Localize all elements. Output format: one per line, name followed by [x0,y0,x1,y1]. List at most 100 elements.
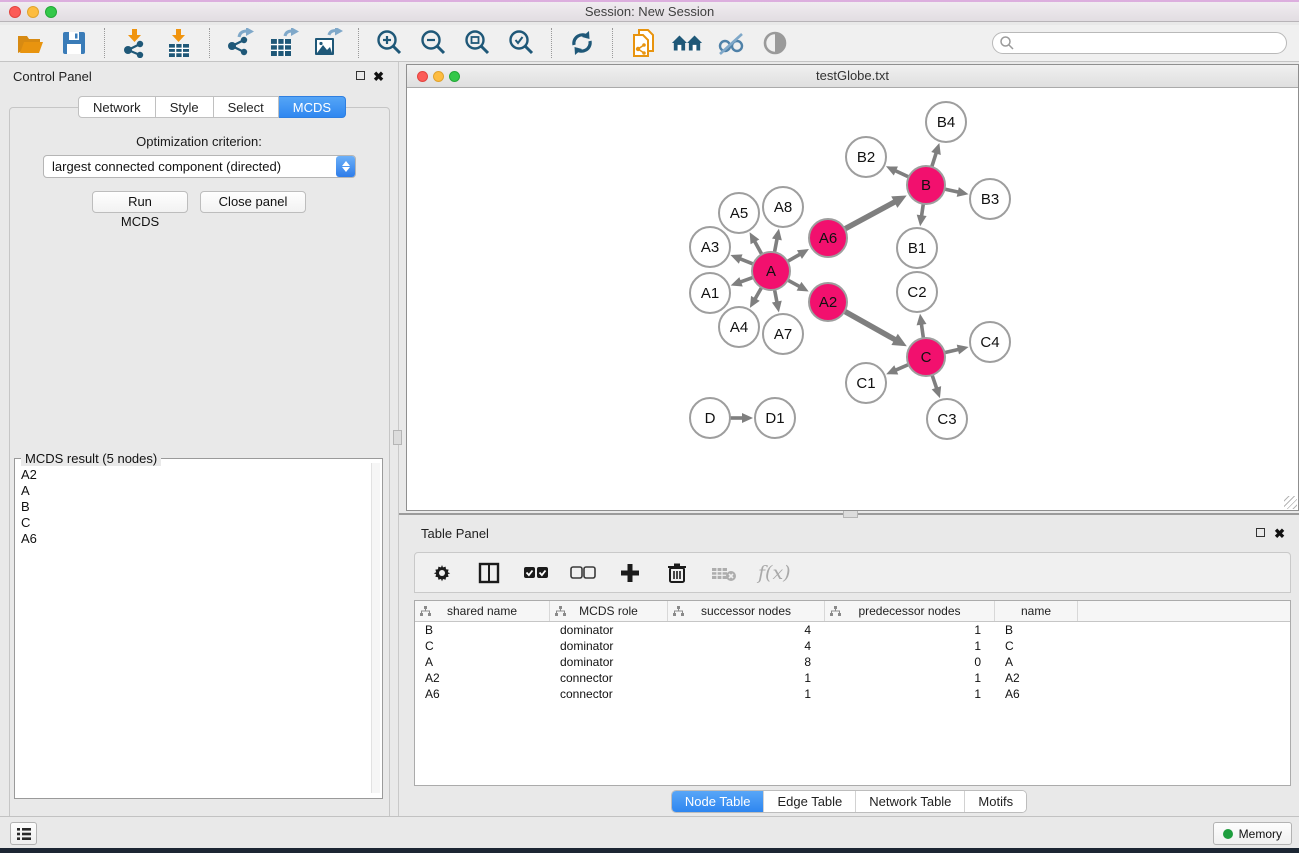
edge-C-C1[interactable] [894,364,909,371]
table-cell[interactable]: dominator [550,638,668,654]
run-mcds-button[interactable]: Run MCDS [92,191,188,213]
edge-A-A7[interactable] [774,289,777,304]
close-table-panel-icon[interactable]: ✖ [1274,526,1285,542]
table-cell[interactable]: A2 [995,670,1078,686]
function-builder-button[interactable]: f(x) [758,560,791,586]
table-cell[interactable]: 1 [668,670,825,686]
column-header-predecessor-nodes[interactable]: predecessor nodes [825,601,995,621]
tab-edge-table[interactable]: Edge Table [763,791,855,812]
edge-A-A2[interactable] [787,280,801,288]
table-row[interactable]: A2connector11A2 [415,670,1290,686]
open-session-button[interactable] [14,27,46,59]
tab-style[interactable]: Style [156,96,214,118]
mcds-result-scrollbar[interactable] [371,463,380,793]
table-cell[interactable]: A6 [415,686,550,702]
table-cell[interactable]: 4 [668,622,825,638]
close-window-button[interactable] [9,6,21,18]
float-panel-icon[interactable] [356,71,365,80]
table-cell[interactable]: connector [550,670,668,686]
table-cell[interactable]: 1 [825,670,995,686]
apply-layout-button[interactable] [566,27,598,59]
table-row[interactable]: A6connector11A6 [415,686,1290,702]
optimization-criterion-dropdown[interactable]: largest connected component (directed) [43,155,356,178]
export-image-button[interactable] [312,27,344,59]
minimize-window-button[interactable] [27,6,39,18]
search-input[interactable] [1015,34,1286,52]
table-cell[interactable]: 1 [825,622,995,638]
table-cell[interactable]: C [995,638,1078,654]
show-graphics-details-button[interactable] [759,27,791,59]
tab-network-table[interactable]: Network Table [855,791,964,812]
node-table[interactable]: shared nameMCDS rolesuccessor nodesprede… [414,600,1291,786]
close-panel-button[interactable]: Close panel [200,191,306,213]
edge-A-A3[interactable] [739,258,754,264]
export-table-button[interactable] [268,27,300,59]
tab-mcds[interactable]: MCDS [279,96,346,118]
edge-A-A4[interactable] [754,287,762,300]
table-cell[interactable]: C [415,638,550,654]
unselect-all-columns-button[interactable] [570,560,596,586]
edge-B-B4[interactable] [931,152,936,168]
zoom-selected-button[interactable] [505,27,537,59]
mcds-result-item[interactable]: C [17,515,369,531]
horizontal-splitter-handle[interactable] [843,510,858,518]
delete-table-button[interactable] [711,560,737,586]
tab-select[interactable]: Select [214,96,279,118]
tab-motifs[interactable]: Motifs [964,791,1026,812]
column-header-shared-name[interactable]: shared name [415,601,550,621]
zoom-in-button[interactable] [373,27,405,59]
network-close-button[interactable] [417,71,428,82]
zoom-out-button[interactable] [417,27,449,59]
edge-B-B1[interactable] [921,203,923,217]
edge-A-A6[interactable] [787,254,802,262]
edge-C-C3[interactable] [932,374,937,390]
search-field[interactable] [992,32,1287,54]
edge-A-A8[interactable] [774,237,777,253]
memory-button[interactable]: Memory [1213,822,1292,845]
edge-A2-C[interactable] [844,311,897,341]
mcds-result-item[interactable]: A2 [17,467,369,483]
table-row[interactable]: Adominator80A [415,654,1290,670]
table-cell[interactable]: dominator [550,654,668,670]
network-overview-button[interactable] [627,27,659,59]
table-row[interactable]: Bdominator41B [415,622,1290,638]
table-cell[interactable]: dominator [550,622,668,638]
edge-B-B2[interactable] [894,170,910,177]
edge-A-A1[interactable] [739,277,754,282]
table-cell[interactable]: A6 [995,686,1078,702]
settings-gear-button[interactable] [429,560,455,586]
table-cell[interactable]: 8 [668,654,825,670]
mcds-result-item[interactable]: A6 [17,531,369,547]
window-resize-grip[interactable] [1284,496,1297,509]
home-button[interactable] [671,27,703,59]
show-task-history-button[interactable] [10,822,37,845]
table-row[interactable]: Cdominator41C [415,638,1290,654]
network-minimize-button[interactable] [433,71,444,82]
export-network-button[interactable] [224,27,256,59]
table-cell[interactable]: 1 [825,638,995,654]
add-column-button[interactable] [617,560,643,586]
table-cell[interactable]: A [995,654,1078,670]
network-zoom-button[interactable] [449,71,460,82]
mcds-result-item[interactable]: A [17,483,369,499]
import-table-button[interactable] [163,27,195,59]
column-header-name[interactable]: name [995,601,1078,621]
hide-graphics-details-button[interactable] [715,27,747,59]
close-panel-icon[interactable]: ✖ [373,69,384,85]
select-all-columns-button[interactable] [523,560,549,586]
zoom-fit-button[interactable] [461,27,493,59]
table-cell[interactable]: A2 [415,670,550,686]
table-cell[interactable]: B [415,622,550,638]
column-header-successor-nodes[interactable]: successor nodes [668,601,825,621]
network-canvas[interactable]: AA1A2A3A4A5A6A7A8BB1B2B3B4CC1C2C3C4DD1 [407,88,1298,510]
table-cell[interactable]: 4 [668,638,825,654]
save-session-button[interactable] [58,27,90,59]
edge-C-C2[interactable] [921,323,923,339]
table-cell[interactable]: 1 [825,686,995,702]
table-cell[interactable]: A [415,654,550,670]
table-cell[interactable]: 1 [668,686,825,702]
edge-C-C4[interactable] [944,349,960,353]
zoom-window-button[interactable] [45,6,57,18]
import-network-button[interactable] [119,27,151,59]
mcds-result-item[interactable]: B [17,499,369,515]
